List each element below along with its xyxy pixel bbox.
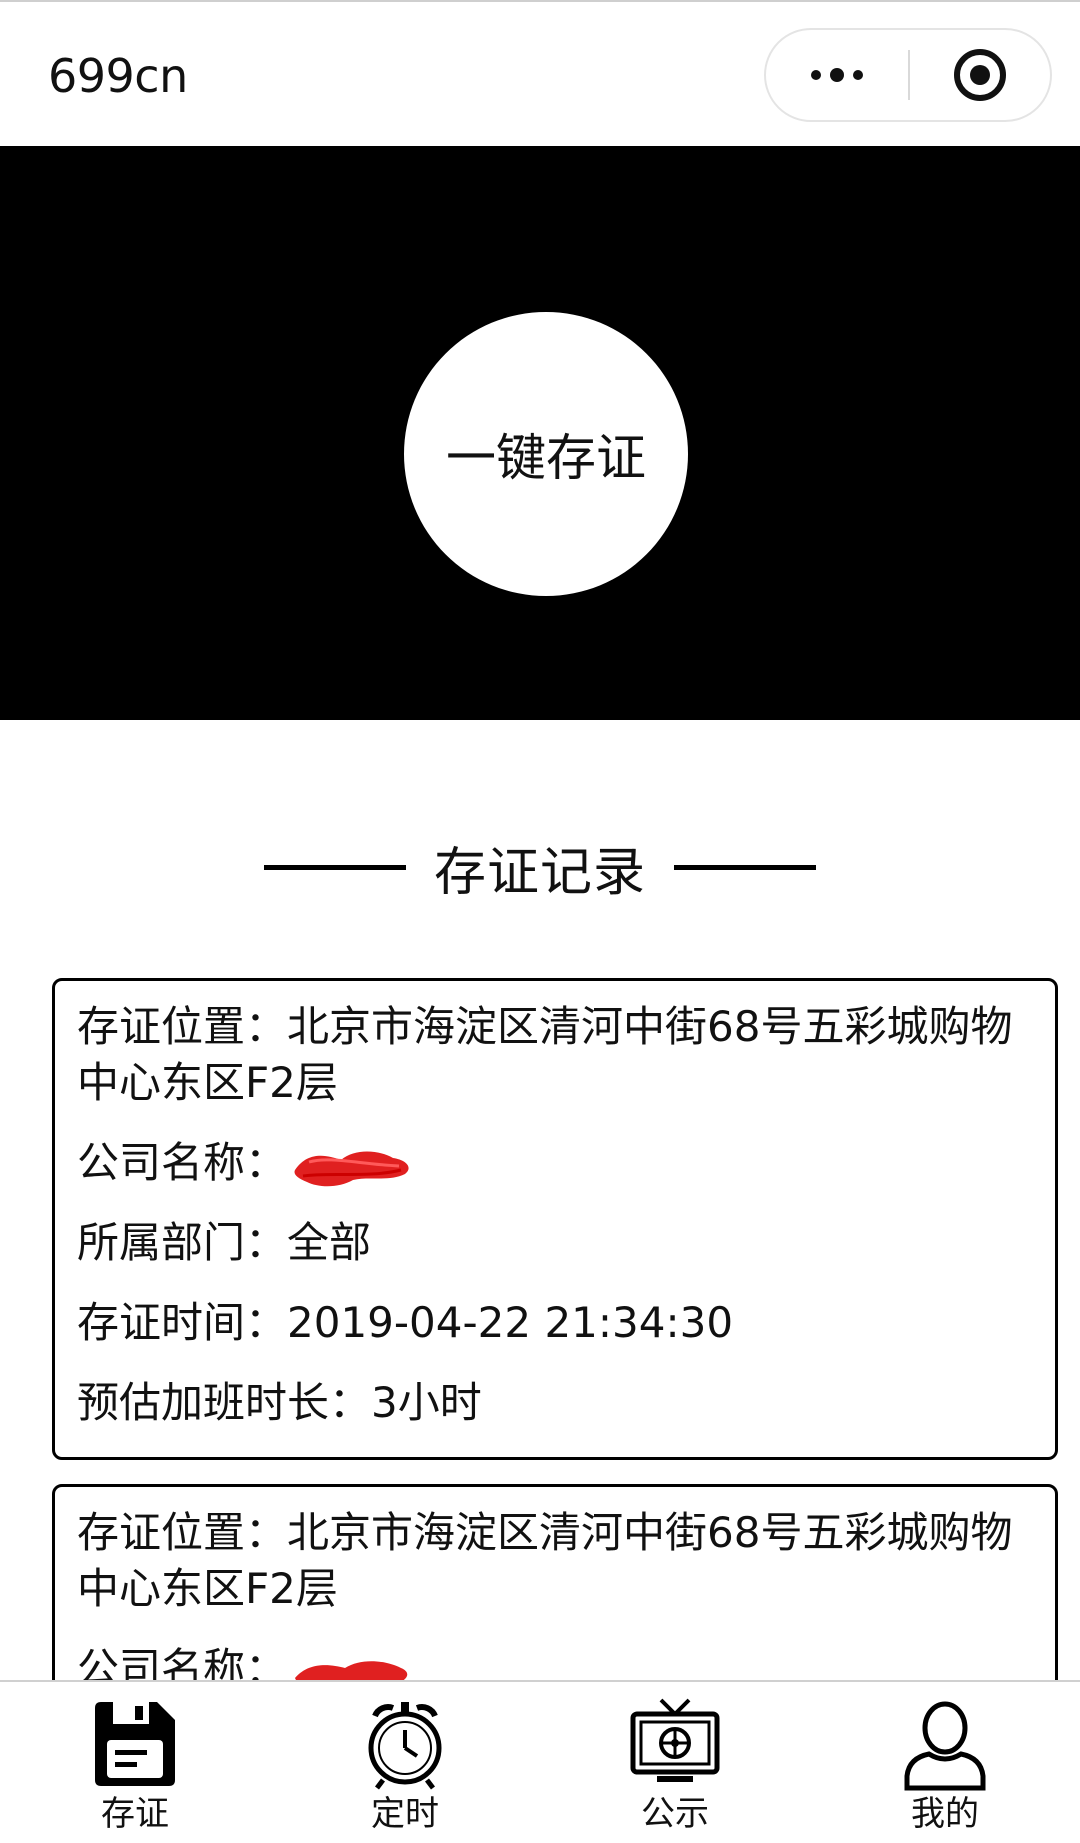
record-department: 所属部门：全部 — [77, 1215, 1033, 1271]
record-company: 公司名称： — [77, 1641, 1033, 1680]
time-label: 存证时间： — [77, 1298, 288, 1347]
record-location: 存证位置：北京市海淀区清河中街68号五彩城购物中心东区F2层 — [77, 1505, 1033, 1617]
overtime-value: 3小时 — [371, 1378, 482, 1427]
page-title: 699cn — [48, 49, 188, 103]
hero-banner: 一键存证 — [0, 146, 1080, 720]
location-label: 存证位置： — [77, 1508, 288, 1557]
tab-label: 定时 — [371, 1794, 439, 1834]
record-card[interactable]: 存证位置：北京市海淀区清河中街68号五彩城购物中心东区F2层 公司名称： — [52, 1484, 1058, 1680]
tv-icon — [630, 1698, 720, 1782]
redaction-scribble — [294, 1151, 409, 1186]
record-time: 存证时间：2019-04-22 21:34:30 — [77, 1295, 1033, 1351]
top-navbar: 699cn — [0, 0, 1080, 146]
alarm-clock-icon — [368, 1702, 442, 1790]
one-click-evidence-button[interactable]: 一键存证 — [404, 312, 688, 596]
divider-left — [263, 864, 406, 870]
tab-evidence[interactable]: 存证 — [0, 1682, 270, 1843]
records-section-header: 存证记录 — [0, 832, 1080, 903]
tab-public[interactable]: 公示 — [540, 1682, 810, 1843]
redaction-scribble — [295, 1660, 408, 1680]
department-label: 所属部门： — [77, 1218, 288, 1267]
app-page: 699cn 一键存证 存证记录 存证位置：北京市海淀区清河中街68号五彩城购物中… — [0, 0, 1080, 1843]
more-dots-icon[interactable] — [766, 30, 908, 120]
record-company: 公司名称： — [77, 1135, 1033, 1191]
tab-timer[interactable]: 定时 — [270, 1682, 540, 1843]
company-label: 公司名称： — [77, 1644, 288, 1680]
location-label: 存证位置： — [77, 1002, 288, 1051]
company-label: 公司名称： — [77, 1138, 288, 1187]
tab-label: 我的 — [911, 1794, 979, 1834]
floppy-disk-icon — [95, 1702, 175, 1786]
section-title: 存证记录 — [433, 842, 646, 903]
record-location: 存证位置：北京市海淀区清河中街68号五彩城购物中心东区F2层 — [77, 999, 1033, 1111]
tab-label: 公示 — [641, 1794, 709, 1834]
time-value: 2019-04-22 21:34:30 — [287, 1298, 734, 1347]
tab-mine[interactable]: 我的 — [810, 1682, 1080, 1843]
record-card[interactable]: 存证位置：北京市海淀区清河中街68号五彩城购物中心东区F2层 公司名称： 所属部… — [52, 978, 1058, 1460]
department-value: 全部 — [287, 1218, 372, 1267]
menu-capsule — [764, 28, 1052, 122]
target-circle-icon[interactable] — [910, 30, 1050, 120]
bottom-tabbar: 存证 定时 公示 我的 — [0, 1680, 1080, 1843]
divider-right — [674, 864, 816, 870]
tab-label: 存证 — [101, 1794, 169, 1834]
records-list[interactable]: 存证位置：北京市海淀区清河中街68号五彩城购物中心东区F2层 公司名称： 所属部… — [0, 978, 1080, 1680]
record-overtime: 预估加班时长：3小时 — [77, 1375, 1033, 1431]
user-icon — [904, 1701, 986, 1791]
overtime-label: 预估加班时长： — [77, 1378, 372, 1427]
